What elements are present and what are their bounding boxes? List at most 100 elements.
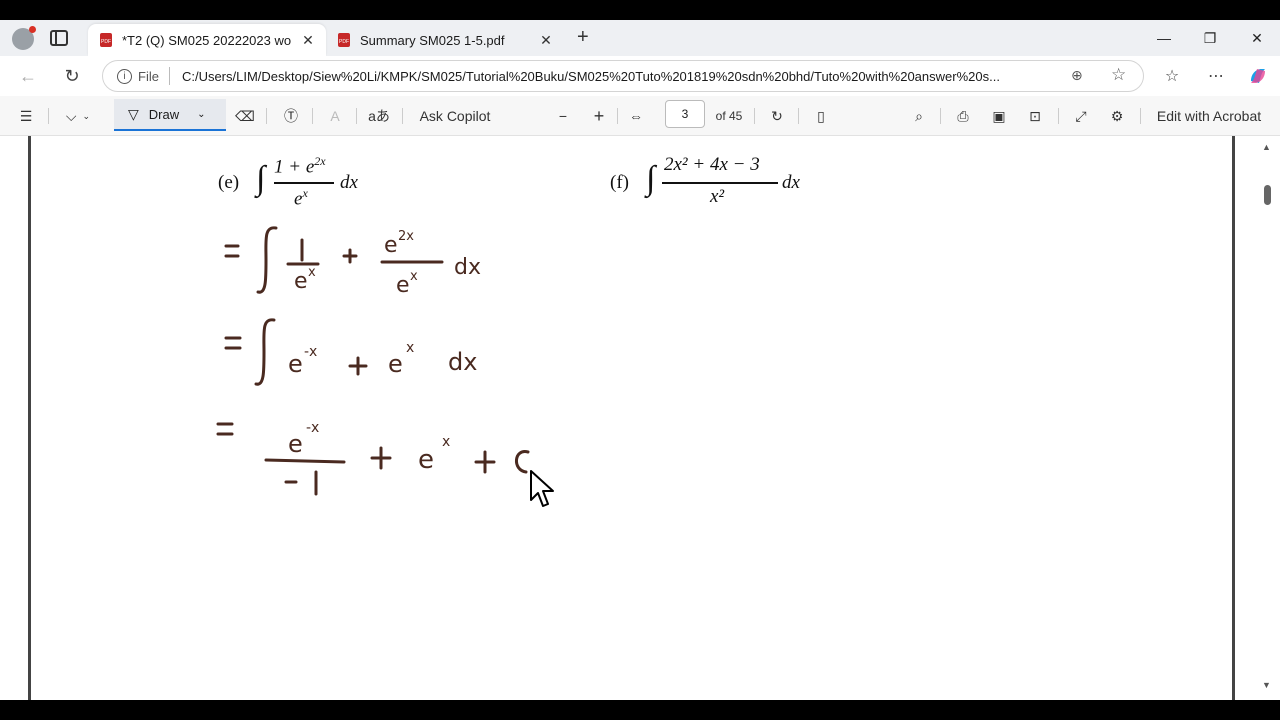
page-total: of 45 <box>715 109 743 123</box>
pdf-viewer <box>0 136 1280 700</box>
highlight-icon[interactable]: ⌵ ⌄ <box>58 104 98 128</box>
notification-dot <box>29 26 36 33</box>
svg-text:dx: dx <box>454 255 481 280</box>
divider <box>48 108 49 124</box>
page-view-icon[interactable]: ▯ <box>810 104 832 128</box>
divider <box>798 108 799 124</box>
zoom-icon[interactable]: ⊕ <box>1071 67 1083 84</box>
tab-label: Summary SM025 1-5.pdf <box>360 32 505 48</box>
copilot-icon[interactable] <box>1246 64 1270 88</box>
svg-text:-x: -x <box>304 344 317 360</box>
fraction-bar <box>274 182 334 184</box>
svg-text:e: e <box>396 273 410 298</box>
divider <box>402 108 403 124</box>
e-dx: dx <box>340 172 358 193</box>
svg-text:e: e <box>288 350 303 378</box>
text-format-icon: A <box>330 108 340 124</box>
more-menu-icon[interactable]: ⋯ <box>1204 64 1228 88</box>
tab-label: *T2 (Q) SM025 20222023 working <box>122 32 292 48</box>
svg-text:x: x <box>410 269 418 284</box>
divider <box>940 108 941 124</box>
divider <box>617 108 618 124</box>
zoom-out-icon[interactable]: − <box>553 104 573 128</box>
restore-icon[interactable]: ❐ <box>1198 26 1222 50</box>
contents-icon[interactable]: ☰ <box>14 104 38 128</box>
svg-text:-x: -x <box>306 420 319 436</box>
draw-label: Draw <box>148 106 180 122</box>
svg-text:PDF: PDF <box>339 39 349 45</box>
divider <box>1058 108 1059 124</box>
fit-width-icon[interactable]: ⇔ <box>624 104 648 128</box>
new-tab-icon[interactable]: + <box>577 26 589 49</box>
edit-with-acrobat-button[interactable]: Edit with Acrobat <box>1154 104 1264 128</box>
svg-text:x: x <box>442 434 450 450</box>
f-denominator: x² <box>710 186 725 207</box>
close-tab-icon[interactable]: ✕ <box>300 32 316 49</box>
f-numerator: 2x² + 4x − 3 <box>664 154 760 175</box>
svg-text:x: x <box>406 340 414 356</box>
scroll-up-icon[interactable]: ▲ <box>1262 142 1271 152</box>
text-box-icon[interactable]: Ⓣ <box>280 104 302 128</box>
print-icon[interactable]: ⎙ <box>952 104 974 128</box>
url-text[interactable]: C:/Users/LIM/Desktop/Siew%20Li/KMPK/SM02… <box>182 69 1052 84</box>
fullscreen-icon[interactable]: ⤢ <box>1070 104 1092 128</box>
svg-text:PDF: PDF <box>101 39 111 45</box>
svg-text:e: e <box>418 445 434 475</box>
svg-text:2x: 2x <box>398 229 414 244</box>
divider <box>312 108 313 124</box>
e-numerator: 1 + e2x <box>274 154 326 178</box>
f-dx: dx <box>782 172 800 193</box>
file-label: File <box>138 68 159 84</box>
chevron-down-icon: ⌄ <box>197 108 206 120</box>
eraser-icon[interactable]: ⌫ <box>234 104 256 128</box>
favorite-star-icon[interactable]: ☆ <box>1111 65 1126 85</box>
profile-avatar[interactable] <box>12 26 36 50</box>
search-icon[interactable]: ⌕ <box>908 104 930 128</box>
ask-copilot-button[interactable]: Ask Copilot <box>418 104 492 128</box>
divider <box>1140 108 1141 124</box>
svg-text:e: e <box>294 269 308 294</box>
close-window-icon[interactable]: ✕ <box>1245 26 1269 50</box>
save-as-icon[interactable]: ⊡ <box>1024 104 1046 128</box>
settings-icon[interactable]: ⚙ <box>1106 104 1128 128</box>
tab-inactive[interactable]: PDF Summary SM025 1-5.pdf ✕ <box>326 24 564 56</box>
draw-button[interactable]: ▽ Draw ⌄ <box>114 99 226 131</box>
integral-sign: ∫ <box>256 160 266 197</box>
vertical-scrollbar[interactable] <box>1258 136 1280 700</box>
divider <box>168 67 170 85</box>
minimize-icon[interactable]: — <box>1152 26 1176 50</box>
tab-active[interactable]: PDF *T2 (Q) SM025 20222023 working ✕ <box>88 24 326 56</box>
svg-text:dx: dx <box>448 348 477 376</box>
address-row: ← ↻ i File C:/Users/LIM/Desktop/Siew%20L… <box>0 56 1280 96</box>
close-tab-icon[interactable]: ✕ <box>538 32 554 49</box>
back-icon[interactable]: ← <box>16 64 40 88</box>
zoom-in-icon[interactable]: + <box>589 104 609 128</box>
tab-strip: PDF *T2 (Q) SM025 20222023 working ✕ PDF… <box>0 20 1280 56</box>
mouse-cursor-icon <box>530 470 554 507</box>
rotate-icon[interactable]: ↻ <box>766 104 788 128</box>
refresh-icon[interactable]: ↻ <box>60 64 84 88</box>
pen-icon: ▽ <box>128 105 139 122</box>
e-denominator: ex <box>294 186 308 210</box>
svg-text:e: e <box>384 233 398 258</box>
question-f-label: (f) <box>610 172 629 193</box>
left-margin <box>0 136 36 700</box>
address-bar[interactable]: i File C:/Users/LIM/Desktop/Siew%20Li/KM… <box>102 60 1144 92</box>
scroll-down-icon[interactable]: ▼ <box>1262 680 1271 690</box>
integral-sign: ∫ <box>646 160 656 197</box>
scroll-thumb[interactable] <box>1264 185 1271 205</box>
pdf-toolbar: ☰ ⌵ ⌄ ▽ Draw ⌄ ⌫ Ⓣ A aあ Ask Copilot − + … <box>0 96 1280 136</box>
divider <box>356 108 357 124</box>
tab-actions-icon[interactable] <box>50 30 68 46</box>
read-aloud-icon[interactable]: aあ <box>366 104 392 128</box>
save-icon[interactable]: ▣ <box>988 104 1010 128</box>
svg-text:e: e <box>288 430 303 458</box>
bottom-letterbox <box>0 700 1280 720</box>
svg-text:e: e <box>388 350 403 378</box>
info-icon[interactable]: i <box>117 68 132 84</box>
question-e-label: (e) <box>218 172 240 193</box>
pdf-file-icon: PDF <box>100 33 112 47</box>
page-number-input[interactable]: 3 <box>665 100 705 128</box>
divider <box>754 108 755 124</box>
favorites-icon[interactable]: ☆ <box>1160 64 1184 88</box>
